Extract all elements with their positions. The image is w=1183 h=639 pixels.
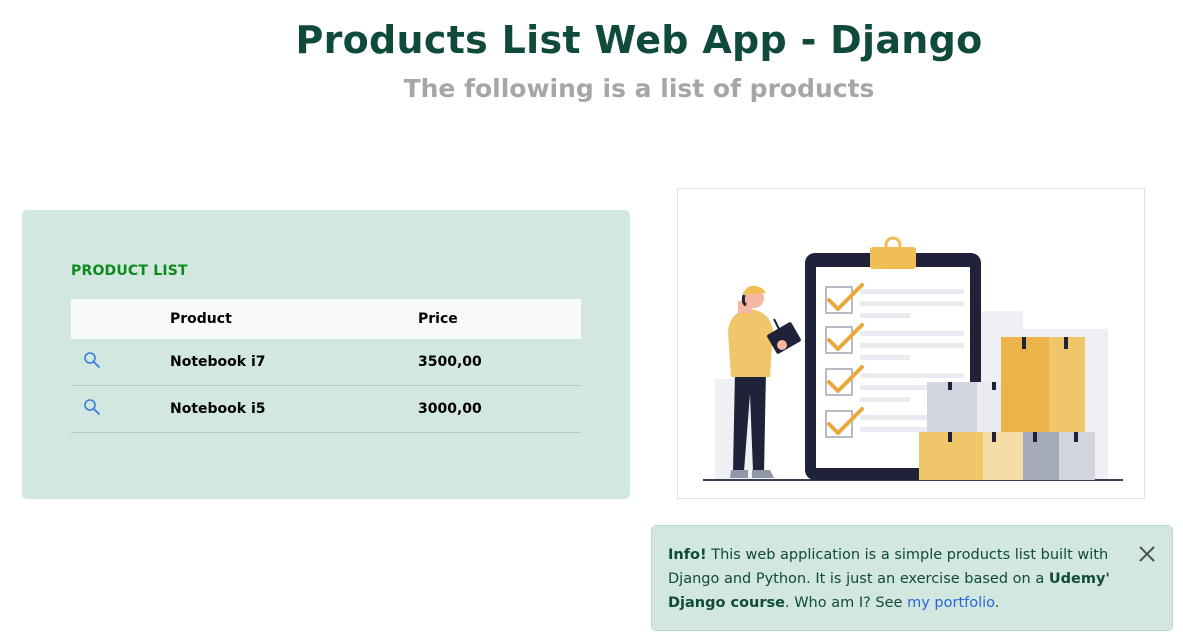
column-header-product: Product <box>170 311 232 327</box>
products-card: PRODUCT LIST Product Price Notebook i7 3… <box>22 210 630 499</box>
alert-text-2: . Who am I? See <box>785 595 908 611</box>
table-header-row: Product Price <box>71 299 581 339</box>
product-name: Notebook i7 <box>170 339 418 386</box>
table-row: Notebook i5 3000,00 <box>71 385 581 433</box>
column-header-icon <box>71 299 170 339</box>
search-icon[interactable] <box>82 350 102 370</box>
portfolio-link[interactable]: my portfolio <box>907 595 995 611</box>
alert-text-3: . <box>994 595 1000 611</box>
close-button[interactable] <box>1137 544 1157 564</box>
column-header-price: Price <box>418 311 458 327</box>
alert-label: Info! <box>668 547 707 563</box>
info-alert: Info! This web application is a simple p… <box>651 525 1173 631</box>
close-icon <box>1139 546 1155 562</box>
products-table: Product Price Notebook i7 3500,00 Notebo… <box>71 299 581 433</box>
product-price: 3500,00 <box>418 339 581 386</box>
product-price: 3000,00 <box>418 385 581 433</box>
page-title: Products List Web App - Django <box>295 18 983 62</box>
alert-text: This web application is a simple product… <box>668 547 1109 587</box>
table-row: Notebook i7 3500,00 <box>71 339 581 386</box>
card-heading: PRODUCT LIST <box>71 263 188 279</box>
products-illustration <box>677 188 1145 499</box>
search-icon[interactable] <box>82 397 102 417</box>
product-name: Notebook i5 <box>170 385 418 433</box>
page-subtitle: The following is a list of products <box>403 74 875 103</box>
